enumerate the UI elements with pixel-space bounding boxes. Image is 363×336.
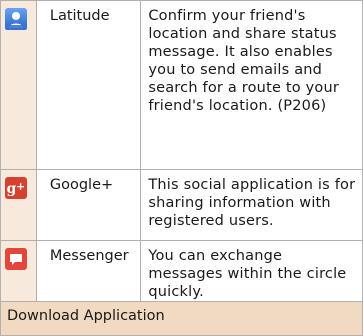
applications-table: Latitude Confirm your friend's location … [0, 0, 363, 336]
icon-cell: g + [0, 169, 37, 241]
table-row[interactable]: Messenger You can exchange messages with… [0, 240, 363, 302]
svg-text:g: g [7, 181, 17, 197]
icon-cell [0, 240, 37, 302]
latitude-person-icon [5, 8, 27, 30]
app-name: Latitude [35, 0, 142, 170]
section-header-row: Download Application [0, 301, 363, 336]
app-name: Google+ [35, 169, 142, 241]
section-title: Download Application [0, 301, 363, 336]
icon-cell [0, 0, 37, 170]
google-plus-icon: g + [5, 177, 27, 199]
app-description: This social application is for sharing i… [140, 169, 363, 241]
table-row[interactable]: g + Google+ This social application is f… [0, 169, 363, 241]
table-row[interactable]: Latitude Confirm your friend's location … [0, 0, 363, 170]
app-description: Confirm your friend's location and share… [140, 0, 363, 170]
app-description: You can exchange messages within the cir… [140, 240, 363, 302]
messenger-chat-icon [5, 248, 27, 270]
svg-text:+: + [16, 180, 25, 193]
app-name: Messenger [35, 240, 142, 302]
